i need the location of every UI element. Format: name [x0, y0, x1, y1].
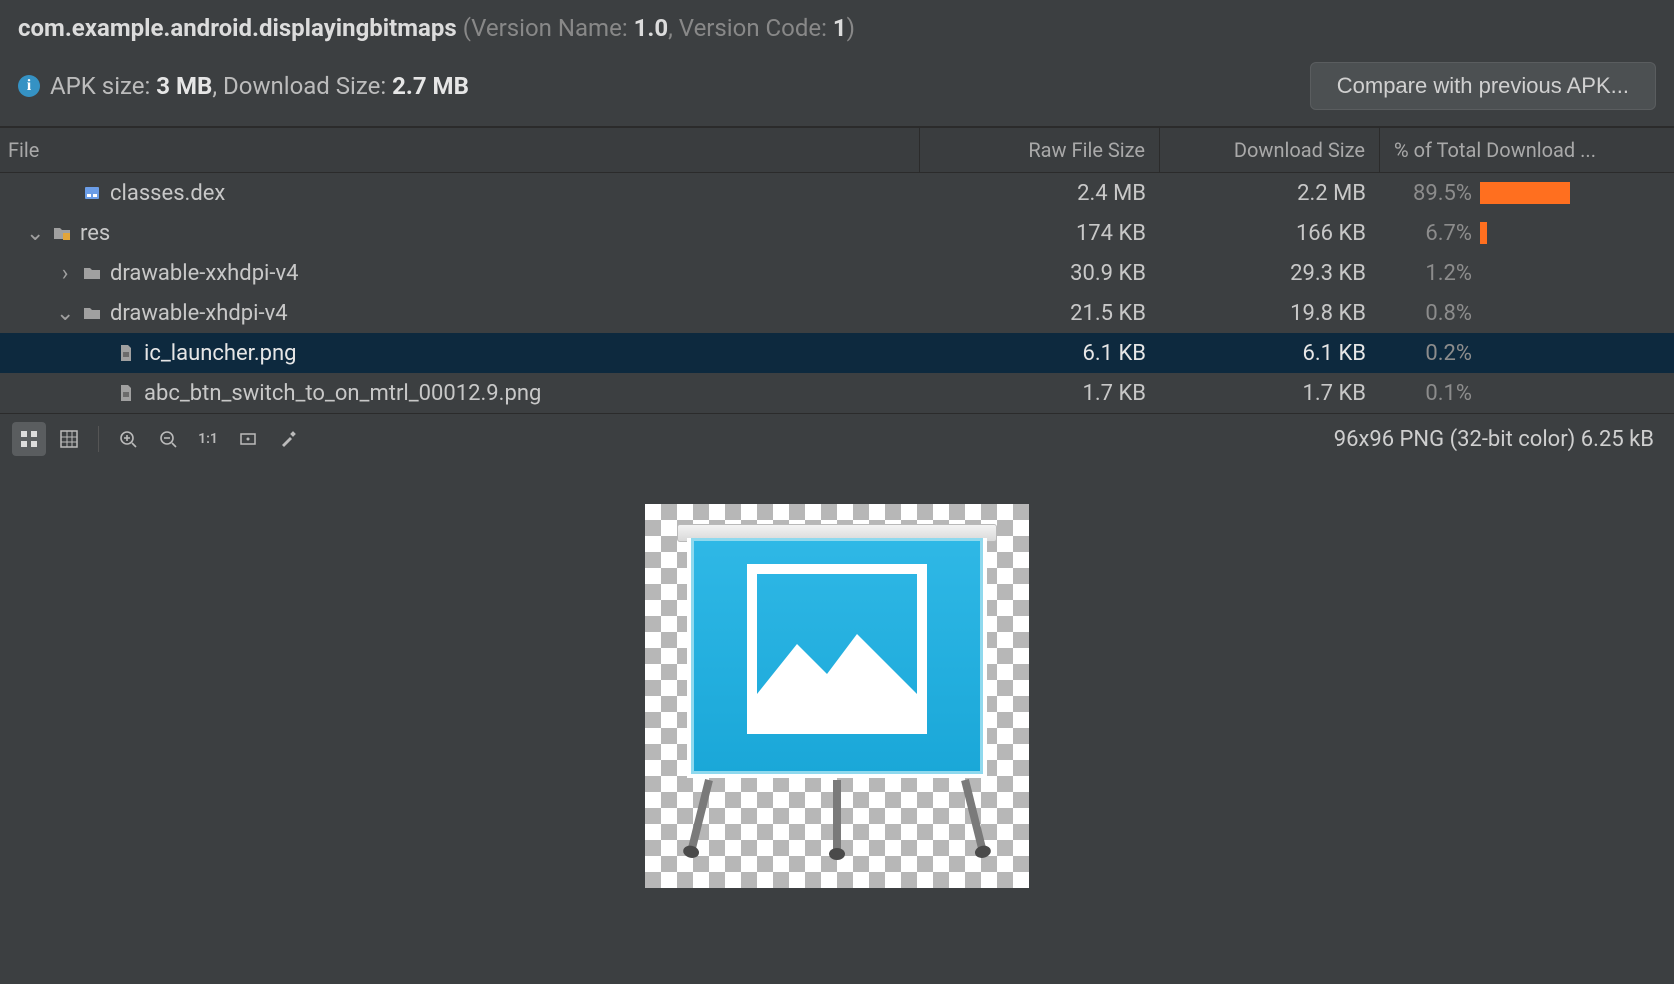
- grid-icon[interactable]: [52, 422, 86, 456]
- table-row[interactable]: ⌄ drawable-xhdpi-v4 21.5 KB19.8 KB 0.8%: [0, 293, 1674, 333]
- version-code: 1: [833, 14, 847, 42]
- preview-info: 96x96 PNG (32-bit color) 6.25 kB: [1334, 427, 1662, 452]
- preview-toolbar: 1:1: [12, 422, 305, 456]
- file-name: ic_launcher.png: [144, 341, 296, 366]
- raw-size: 1.7 KB: [920, 381, 1160, 406]
- file-name: abc_btn_switch_to_on_mtrl_00012.9.png: [144, 381, 541, 406]
- version-code-label: Version Code:: [679, 14, 827, 42]
- file-name: res: [80, 221, 110, 246]
- table-row[interactable]: classes.dex 2.4 MB2.2 MB 89.5%: [0, 173, 1674, 213]
- zoom-in-icon[interactable]: [111, 422, 145, 456]
- percent-label: 89.5%: [1394, 181, 1472, 206]
- mountain-icon: [757, 574, 917, 724]
- easel-board: [687, 538, 987, 778]
- package-name: com.example.android.displayingbitmaps: [18, 14, 457, 42]
- percent-bar: [1480, 182, 1570, 204]
- file-icon: [116, 343, 136, 363]
- col-dlsize[interactable]: Download Size: [1160, 128, 1380, 172]
- info-icon: i: [18, 75, 40, 97]
- raw-size: 6.1 KB: [920, 341, 1160, 366]
- separator: [98, 426, 99, 452]
- table-row[interactable]: › drawable-xxhdpi-v4 30.9 KB29.3 KB 1.2%: [0, 253, 1674, 293]
- folder-icon: [82, 303, 102, 323]
- percent-label: 0.8%: [1394, 301, 1472, 326]
- size-text: APK size: 3 MB, Download Size: 2.7 MB: [50, 72, 469, 100]
- file-icon: [116, 383, 136, 403]
- version-name-label: Version Name:: [471, 14, 628, 42]
- percent-bar: [1480, 222, 1487, 244]
- download-size: 6.1 KB: [1160, 341, 1380, 366]
- file-table: classes.dex 2.4 MB2.2 MB 89.5% ⌄ res 174 KB16…: [0, 173, 1674, 413]
- raw-size: 30.9 KB: [920, 261, 1160, 286]
- col-rawsize[interactable]: Raw File Size: [920, 128, 1160, 172]
- percent-label: 0.1%: [1394, 381, 1472, 406]
- chevron-icon[interactable]: ⌄: [26, 221, 44, 246]
- table-row[interactable]: ic_launcher.png 6.1 KB6.1 KB 0.2%: [0, 333, 1674, 373]
- download-size: 1.7 KB: [1160, 381, 1380, 406]
- table-row[interactable]: abc_btn_switch_to_on_mtrl_00012.9.png 1.7…: [0, 373, 1674, 413]
- percent-label: 1.2%: [1394, 261, 1472, 286]
- chevron-icon[interactable]: ›: [56, 261, 74, 286]
- percent-label: 0.2%: [1394, 341, 1472, 366]
- fit-zoom-icon[interactable]: [12, 422, 46, 456]
- download-size: 19.8 KB: [1160, 301, 1380, 326]
- table-header: File Raw File Size Download Size % of To…: [0, 127, 1674, 173]
- percent-label: 6.7%: [1394, 221, 1472, 246]
- resfolder-icon: [52, 223, 72, 243]
- file-name: classes.dex: [110, 181, 225, 206]
- actual-size-icon[interactable]: 1:1: [191, 422, 225, 456]
- compare-button[interactable]: Compare with previous APK...: [1310, 62, 1656, 110]
- dex-icon: [82, 183, 102, 203]
- download-size: 2.2 MB: [1160, 181, 1380, 206]
- download-size: 166 KB: [1160, 221, 1380, 246]
- col-percent[interactable]: % of Total Download ...: [1380, 128, 1674, 172]
- package-line: com.example.android.displayingbitmaps (V…: [18, 14, 1656, 42]
- folder-icon: [82, 263, 102, 283]
- chevron-icon[interactable]: ⌄: [56, 301, 74, 326]
- raw-size: 2.4 MB: [920, 181, 1160, 206]
- picture-frame: [747, 564, 927, 734]
- table-row[interactable]: ⌄ res 174 KB166 KB 6.7%: [0, 213, 1674, 253]
- version-name: 1.0: [634, 14, 669, 42]
- easel-legs: [705, 780, 969, 860]
- checker-background: [645, 504, 1029, 888]
- bounds-icon[interactable]: [231, 422, 265, 456]
- raw-size: 174 KB: [920, 221, 1160, 246]
- file-name: drawable-xhdpi-v4: [110, 301, 288, 326]
- image-preview[interactable]: [0, 464, 1674, 984]
- color-picker-icon[interactable]: [271, 422, 305, 456]
- col-file[interactable]: File: [0, 128, 920, 172]
- file-name: drawable-xxhdpi-v4: [110, 261, 299, 286]
- raw-size: 21.5 KB: [920, 301, 1160, 326]
- download-size: 29.3 KB: [1160, 261, 1380, 286]
- zoom-out-icon[interactable]: [151, 422, 185, 456]
